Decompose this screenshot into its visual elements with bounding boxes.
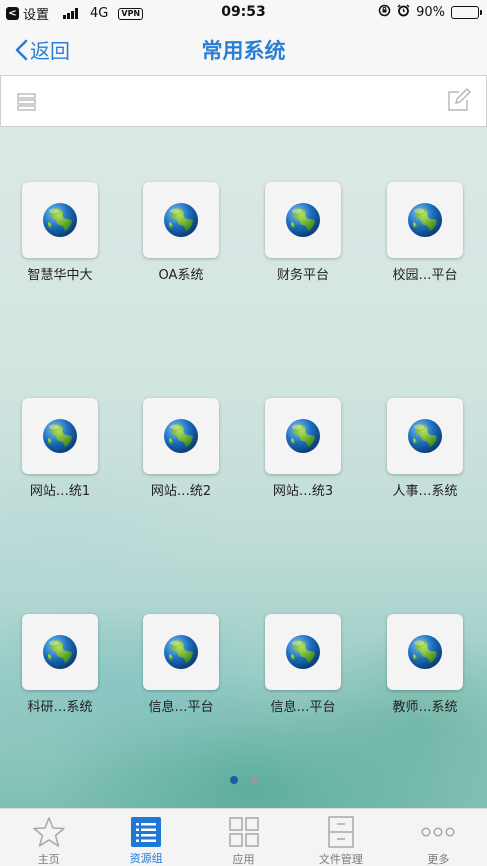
status-bar: < 设置 4G VPN 09:53 90% bbox=[0, 0, 487, 25]
app-label: 教师…系统 bbox=[392, 700, 458, 715]
vpn-badge: VPN bbox=[118, 7, 144, 20]
tab-label: 文件管理 bbox=[318, 853, 363, 866]
app-icon[interactable] bbox=[265, 182, 341, 258]
globe-icon bbox=[408, 635, 442, 669]
app-icon[interactable] bbox=[143, 398, 219, 474]
page-dot[interactable] bbox=[229, 776, 238, 784]
app-grid-area: 智慧华中大 OA系统 财务平台 校园…平台网站…统1 网站…统2 网站…统3 人事…系统科研… bbox=[0, 127, 487, 808]
chevron-left-icon bbox=[15, 39, 28, 60]
app-tile[interactable]: 科研…系统 bbox=[0, 614, 120, 715]
globe-icon bbox=[164, 419, 198, 453]
cabinet-icon bbox=[324, 815, 358, 849]
app-tile[interactable]: 人事…系统 bbox=[365, 398, 485, 499]
app-icon[interactable] bbox=[265, 614, 341, 690]
back-button[interactable]: 返回 bbox=[14, 35, 70, 64]
app-tile[interactable]: 智慧华中大 bbox=[0, 182, 120, 283]
app-tile[interactable]: 信息…平台 bbox=[243, 614, 363, 715]
star-icon bbox=[32, 815, 66, 849]
tab-label: 应用 bbox=[232, 853, 255, 866]
app-label: 校园…平台 bbox=[392, 268, 458, 283]
globe-icon bbox=[408, 419, 442, 453]
app-label: 网站…统3 bbox=[272, 484, 334, 499]
alarm-icon bbox=[397, 4, 410, 20]
app-tile[interactable]: 网站…统1 bbox=[0, 398, 120, 499]
app-icon[interactable] bbox=[143, 182, 219, 258]
tab-home[interactable]: 主页 bbox=[0, 809, 97, 866]
status-left: < 设置 4G VPN bbox=[6, 4, 144, 23]
tab-more[interactable]: 更多 bbox=[390, 809, 487, 866]
app-label: 智慧华中大 bbox=[27, 268, 93, 283]
back-label: 返回 bbox=[30, 39, 70, 63]
toolbar bbox=[0, 75, 487, 127]
app-tile[interactable]: 财务平台 bbox=[243, 182, 363, 283]
app-tile[interactable]: 网站…统3 bbox=[243, 398, 363, 499]
app-label: 科研…系统 bbox=[27, 700, 93, 715]
app-icon[interactable] bbox=[387, 182, 463, 258]
globe-icon bbox=[286, 203, 320, 237]
battery-percent: 90% bbox=[416, 4, 445, 20]
app-label: 网站…统1 bbox=[29, 484, 91, 499]
page-dot[interactable] bbox=[249, 776, 258, 784]
status-right: 90% bbox=[378, 4, 482, 20]
page-title: 常用系统 bbox=[201, 39, 286, 63]
app-icon[interactable] bbox=[22, 614, 98, 690]
app-icon[interactable] bbox=[22, 182, 98, 258]
battery-icon bbox=[451, 5, 482, 19]
page-indicator bbox=[0, 776, 487, 784]
app-tile[interactable]: 教师…系统 bbox=[365, 614, 485, 715]
globe-icon bbox=[43, 635, 77, 669]
app-icon[interactable] bbox=[387, 614, 463, 690]
globe-icon bbox=[286, 419, 320, 453]
app-label: 网站…统2 bbox=[150, 484, 212, 499]
app-label: 财务平台 bbox=[276, 268, 329, 283]
app-tile[interactable]: OA系统 bbox=[121, 182, 241, 283]
tab-resource-group[interactable]: 资源组 bbox=[97, 809, 194, 866]
tab-bar: 主页 资源组 应用 文件管理 更多 bbox=[0, 808, 487, 866]
app-tile[interactable]: 网站…统2 bbox=[121, 398, 241, 499]
globe-icon bbox=[164, 203, 198, 237]
tab-label: 主页 bbox=[37, 853, 60, 866]
network-type: 4G bbox=[90, 6, 109, 21]
globe-icon bbox=[286, 635, 320, 669]
tab-label: 更多 bbox=[427, 853, 450, 866]
app-label: 人事…系统 bbox=[392, 484, 458, 499]
nav-bar: 返回 常用系统 bbox=[0, 25, 487, 75]
back-app-label[interactable]: 设置 bbox=[23, 4, 49, 23]
signal-icon bbox=[63, 8, 79, 19]
rotation-lock-icon bbox=[378, 4, 391, 20]
globe-icon bbox=[408, 203, 442, 237]
app-icon[interactable] bbox=[387, 398, 463, 474]
tab-apps[interactable]: 应用 bbox=[195, 809, 292, 866]
grid-icon bbox=[227, 815, 261, 849]
list-icon bbox=[130, 815, 162, 848]
globe-icon bbox=[164, 635, 198, 669]
globe-icon bbox=[43, 419, 77, 453]
app-icon[interactable] bbox=[143, 614, 219, 690]
list-view-icon[interactable] bbox=[17, 92, 37, 116]
app-icon[interactable] bbox=[22, 398, 98, 474]
back-to-app-icon[interactable]: < bbox=[6, 7, 19, 20]
app-label: OA系统 bbox=[158, 268, 204, 283]
more-icon bbox=[420, 815, 456, 849]
app-tile[interactable]: 信息…平台 bbox=[121, 614, 241, 715]
edit-icon[interactable] bbox=[447, 88, 471, 116]
app-icon[interactable] bbox=[265, 398, 341, 474]
globe-icon bbox=[43, 203, 77, 237]
app-label: 信息…平台 bbox=[148, 700, 214, 715]
tab-file-manager[interactable]: 文件管理 bbox=[292, 809, 389, 866]
tab-label: 资源组 bbox=[129, 852, 163, 865]
app-label: 信息…平台 bbox=[270, 700, 336, 715]
app-tile[interactable]: 校园…平台 bbox=[365, 182, 485, 283]
